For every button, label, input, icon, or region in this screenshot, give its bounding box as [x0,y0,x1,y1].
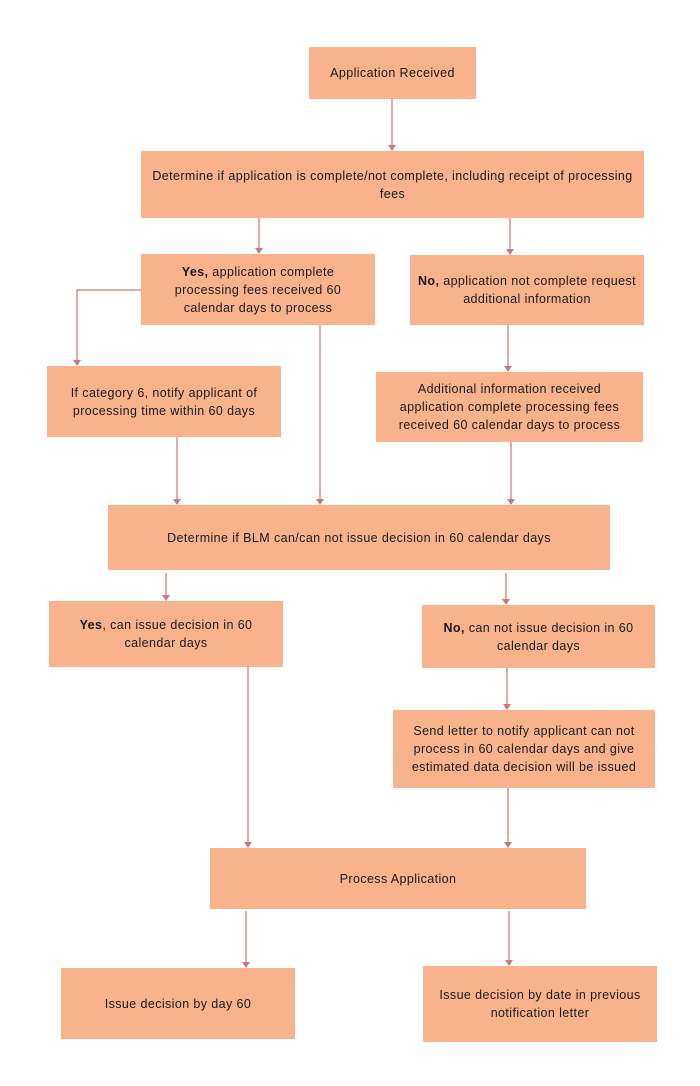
node-bold-prefix: No, [443,620,465,635]
edge-sendletter-to-process [504,788,512,848]
node-additional-info-received: Additional information received applicat… [376,372,643,442]
edge-process-to-bydate [505,911,513,966]
edge-blm-to-nocan [502,573,510,605]
node-process-application: Process Application [210,848,586,909]
node-bold-prefix: No, [418,274,440,288]
node-issue-decision-by-date: Issue decision by date in previous notif… [423,966,657,1042]
node-label: application not complete request additio… [439,274,636,306]
node-label: Send letter to notify applicant can not … [411,724,637,774]
edge-yescan-to-process [244,667,252,848]
node-determine-blm-decision: Determine if BLM can/can not issue decis… [108,505,610,570]
node-label: can not issue decision in 60 calendar da… [464,620,634,653]
node-category-6-notify: If category 6, notify applicant of proce… [47,366,281,437]
node-application-received: Application Received [309,47,476,99]
node-label: Process Application [339,871,457,886]
node-label: Determine if application is complete/not… [152,168,633,201]
node-label: , can issue decision in 60 calendar days [102,618,253,650]
node-yes-can-issue: Yes, can issue decision in 60 calendar d… [49,601,283,667]
edge-determine-to-yes [255,218,263,254]
node-yes-application-complete: Yes, application complete processing fee… [141,254,375,325]
flowchart-canvas: Application Received Determine if applic… [0,0,700,1086]
node-label: Additional information received applicat… [398,382,621,432]
edge-received-to-determine [388,99,396,151]
edge-addinfo-to-blm [507,442,515,505]
node-label: Issue decision by day 60 [104,996,252,1011]
node-no-can-not-issue: No, can not issue decision in 60 calenda… [422,605,655,668]
edge-blm-to-yescan [162,573,170,601]
node-label: Application Received [330,66,455,80]
node-label: Issue decision by date in previous notif… [439,988,641,1020]
edge-no-to-addinfo [504,325,512,372]
edge-yes-to-blm [316,325,324,505]
edge-nocan-to-sendletter [503,668,511,710]
node-bold-prefix: Yes [79,618,103,632]
node-issue-decision-day-60: Issue decision by day 60 [61,968,295,1039]
edge-determine-to-no [506,218,514,255]
edge-process-to-day60 [242,911,250,968]
node-bold-prefix: Yes, [181,264,209,279]
node-no-application-not-complete: No, application not complete request add… [410,255,644,325]
node-send-letter: Send letter to notify applicant can not … [393,710,655,788]
edge-category6-to-blm [173,437,181,505]
edge-yes-to-category6 [73,289,141,366]
node-determine-complete: Determine if application is complete/not… [141,151,644,218]
node-label: Determine if BLM can/can not issue decis… [167,530,551,545]
node-label: If category 6, notify applicant of proce… [70,385,258,418]
